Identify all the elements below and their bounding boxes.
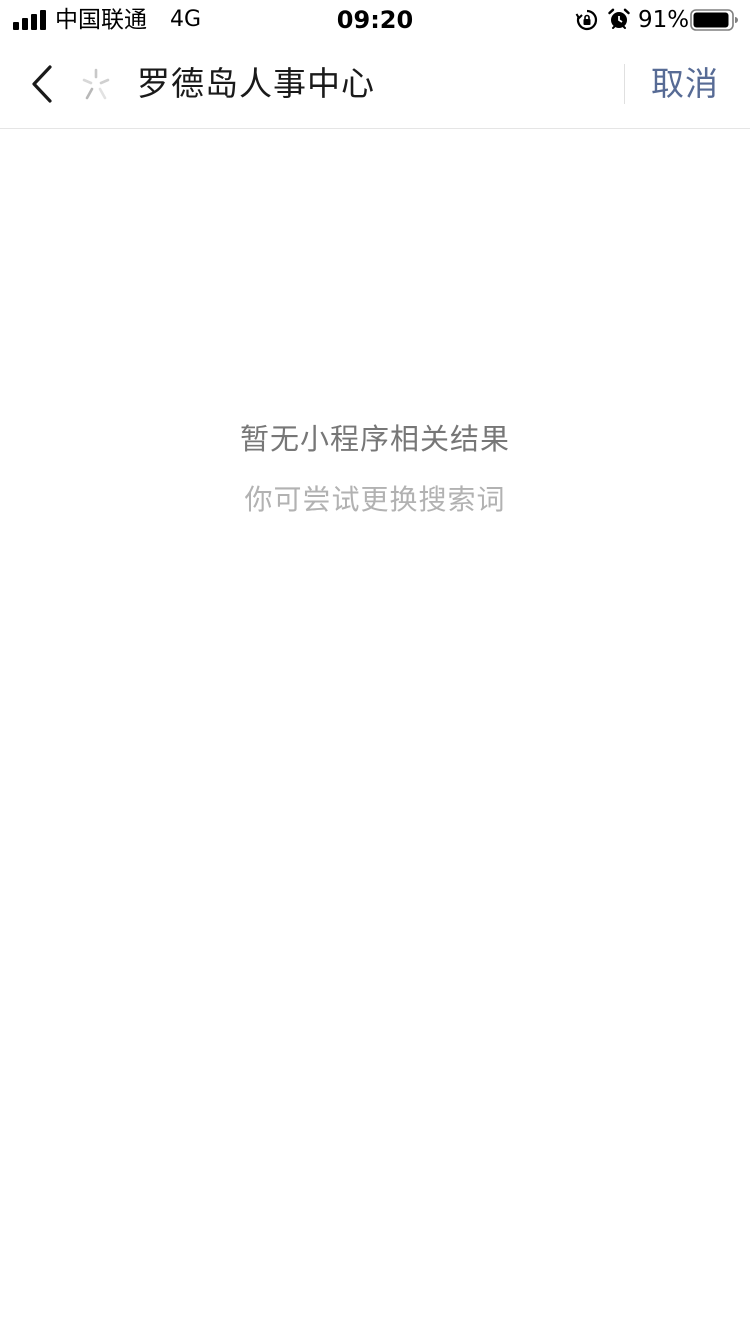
- battery-icon: [690, 9, 738, 31]
- cancel-button[interactable]: 取消: [640, 60, 730, 108]
- alarm-icon: [608, 8, 630, 29]
- status-bar: 中国联通 4G 09:20 91%: [0, 0, 750, 40]
- rotate-lock-icon: [575, 9, 598, 31]
- back-button[interactable]: [22, 62, 66, 106]
- search-input[interactable]: 罗德岛人事中心: [137, 60, 597, 108]
- search-header: 罗德岛人事中心 取消: [0, 40, 750, 129]
- empty-state: 暂无小程序相关结果 你可尝试更换搜索词: [0, 415, 750, 523]
- page: 中国联通 4G 09:20 91% 罗德岛人事中心 取消 暂无小程序相关结果 你…: [0, 0, 750, 1334]
- empty-state-title: 暂无小程序相关结果: [239, 422, 510, 456]
- empty-state-hint: 你可尝试更换搜索词: [244, 483, 506, 516]
- spinner-icon: [82, 68, 110, 100]
- header-divider: [624, 64, 625, 104]
- battery-percent: 91%: [638, 7, 690, 33]
